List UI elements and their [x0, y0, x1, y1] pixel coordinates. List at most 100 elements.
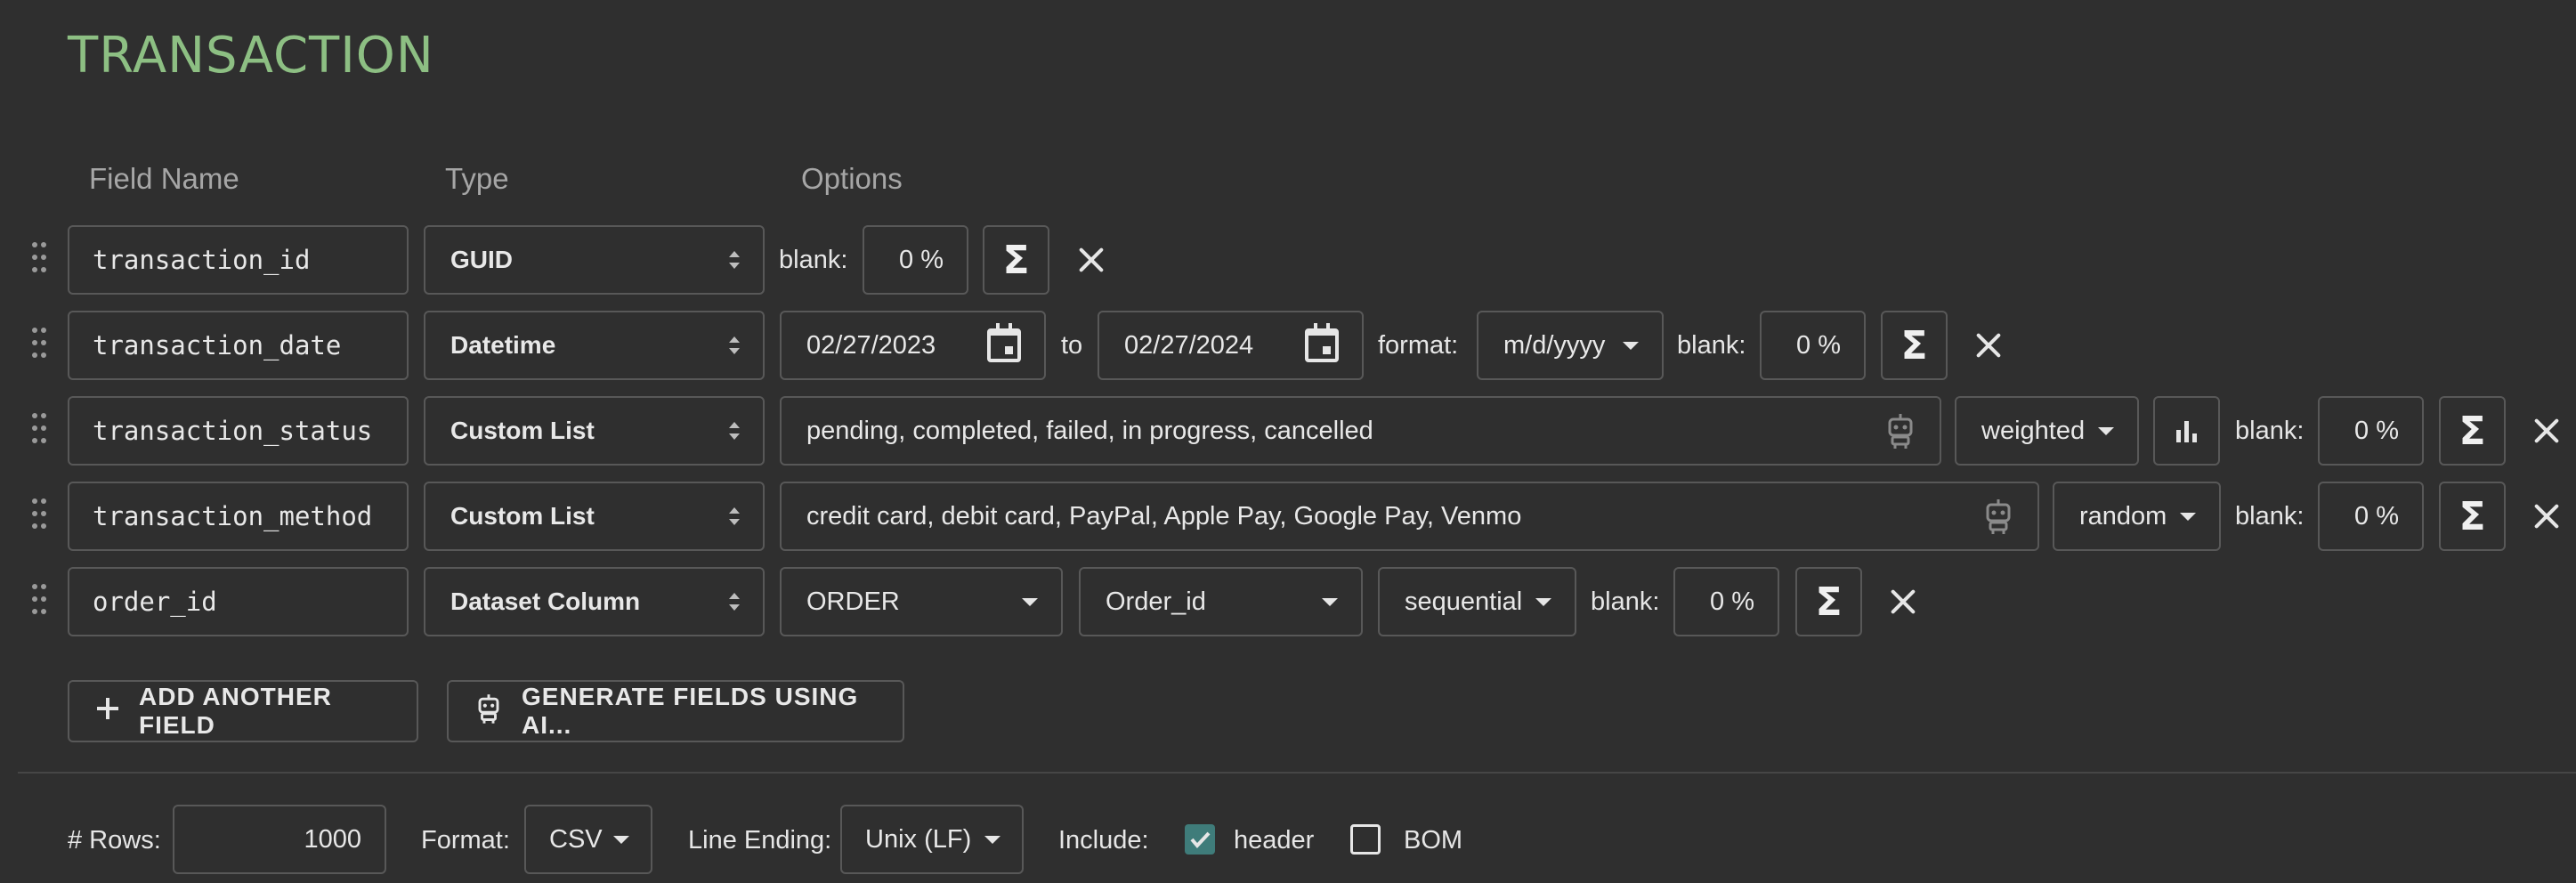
date-format-value: m/d/yyyy	[1503, 330, 1606, 360]
type-select[interactable]: Custom List	[424, 396, 765, 466]
sum-button[interactable]: Σ	[2439, 396, 2506, 466]
add-another-field-label: ADD ANOTHER FIELD	[139, 683, 332, 739]
date-format-select[interactable]: m/d/yyyy	[1477, 311, 1664, 380]
bom-checkbox[interactable]	[1350, 824, 1381, 855]
type-value: GUID	[450, 246, 513, 273]
blank-label: blank:	[779, 246, 848, 274]
close-icon[interactable]	[1885, 584, 1921, 620]
order-value: sequential	[1405, 587, 1523, 616]
caret-down-icon	[2180, 512, 2196, 521]
line-ending-select[interactable]: Unix (LF)	[840, 805, 1024, 874]
distribution-chart-button[interactable]	[2153, 396, 2220, 466]
format-label: format:	[1378, 331, 1459, 360]
caret-down-icon	[613, 835, 629, 844]
dataset-select[interactable]: ORDER	[780, 567, 1063, 636]
check-icon	[1190, 831, 1211, 849]
close-icon[interactable]	[2529, 498, 2564, 534]
rows-label: # Rows:	[68, 826, 161, 855]
type-header: Type	[445, 162, 509, 195]
close-icon[interactable]	[1073, 242, 1109, 278]
sum-icon: Σ	[1815, 579, 1843, 625]
output-format-select[interactable]: CSV	[524, 805, 652, 874]
line-ending-label: Line Ending:	[688, 826, 832, 855]
field-name-input[interactable]: order_id	[68, 567, 409, 636]
close-icon[interactable]	[2529, 413, 2564, 449]
select-arrows-icon	[729, 336, 740, 354]
sum-button[interactable]: Σ	[2439, 482, 2506, 551]
sum-icon: Σ	[2459, 408, 2486, 454]
caret-down-icon	[1322, 597, 1338, 606]
bom-label: BOM	[1404, 826, 1463, 855]
field-name-input[interactable]: transaction_method	[68, 482, 409, 551]
custom-list-input[interactable]: credit card, debit card, PayPal, Apple P…	[780, 482, 2039, 551]
drag-handle-icon[interactable]	[32, 242, 46, 278]
drag-handle-icon[interactable]	[32, 413, 46, 449]
close-icon[interactable]	[1971, 328, 2006, 363]
field-name-header: Field Name	[89, 162, 239, 195]
type-select[interactable]: Datetime	[424, 311, 765, 380]
line-ending-value: Unix (LF)	[865, 824, 972, 854]
calendar-icon[interactable]	[987, 323, 1021, 362]
options-header: Options	[801, 162, 903, 195]
sum-icon: Σ	[2459, 493, 2486, 539]
caret-down-icon	[984, 835, 1000, 844]
drag-handle-icon[interactable]	[32, 328, 46, 363]
type-select[interactable]: Dataset Column	[424, 567, 765, 636]
dataset-value: ORDER	[806, 587, 900, 616]
robot-icon	[475, 693, 502, 731]
sum-button[interactable]: Σ	[983, 225, 1049, 295]
rows-input[interactable]: 1000	[173, 805, 386, 874]
blank-percent-input[interactable]: 0 %	[2318, 396, 2424, 466]
select-arrows-icon	[729, 593, 740, 611]
to-label: to	[1061, 331, 1083, 360]
distribution-select[interactable]: random	[2053, 482, 2221, 551]
drag-handle-icon[interactable]	[32, 584, 46, 620]
type-value: Custom List	[450, 502, 595, 530]
add-another-field-button[interactable]: ADD ANOTHER FIELD	[68, 680, 418, 742]
type-select[interactable]: Custom List	[424, 482, 765, 551]
custom-list-input[interactable]: pending, completed, failed, in progress,…	[780, 396, 1941, 466]
sum-icon: Σ	[1900, 322, 1928, 369]
start-date-input[interactable]: 02/27/2023	[780, 311, 1046, 380]
blank-label: blank:	[1677, 331, 1746, 360]
select-arrows-icon	[729, 422, 740, 440]
plus-icon	[96, 697, 119, 726]
blank-percent-input[interactable]: 0 %	[863, 225, 968, 295]
caret-down-icon	[1022, 597, 1038, 606]
order-select[interactable]: sequential	[1378, 567, 1576, 636]
distribution-select[interactable]: weighted	[1955, 396, 2139, 466]
custom-list-values: credit card, debit card, PayPal, Apple P…	[806, 501, 1522, 531]
output-format-value: CSV	[549, 824, 603, 854]
start-date-value: 02/27/2023	[806, 330, 936, 360]
blank-percent-input[interactable]: 0 %	[2318, 482, 2424, 551]
column-select[interactable]: Order_id	[1079, 567, 1363, 636]
type-select[interactable]: GUID	[424, 225, 765, 295]
generate-fields-ai-button[interactable]: GENERATE FIELDS USING AI...	[447, 680, 904, 742]
caret-down-icon	[1535, 597, 1551, 606]
column-value: Order_id	[1106, 587, 1206, 616]
type-value: Dataset Column	[450, 587, 641, 615]
robot-icon[interactable]	[1884, 412, 1916, 450]
blank-label: blank:	[2235, 502, 2305, 531]
calendar-icon[interactable]	[1305, 323, 1339, 362]
blank-percent-input[interactable]: 0 %	[1673, 567, 1779, 636]
type-value: Datetime	[450, 331, 556, 359]
robot-icon[interactable]	[1982, 498, 2014, 535]
drag-handle-icon[interactable]	[32, 498, 46, 534]
sum-button[interactable]: Σ	[1881, 311, 1948, 380]
field-name-input[interactable]: transaction_status	[68, 396, 409, 466]
blank-label: blank:	[1591, 587, 1660, 616]
header-label: header	[1234, 826, 1315, 855]
field-name-input[interactable]: transaction_id	[68, 225, 409, 295]
end-date-input[interactable]: 02/27/2024	[1098, 311, 1364, 380]
distribution-value: random	[2079, 501, 2167, 531]
field-name-input[interactable]: transaction_date	[68, 311, 409, 380]
format-label: Format:	[421, 826, 510, 855]
header-checkbox[interactable]	[1185, 824, 1215, 855]
sum-button[interactable]: Σ	[1795, 567, 1862, 636]
select-arrows-icon	[729, 251, 740, 269]
caret-down-icon	[2098, 426, 2114, 435]
include-label: Include:	[1058, 826, 1149, 855]
caret-down-icon	[1623, 341, 1639, 350]
blank-percent-input[interactable]: 0 %	[1760, 311, 1866, 380]
